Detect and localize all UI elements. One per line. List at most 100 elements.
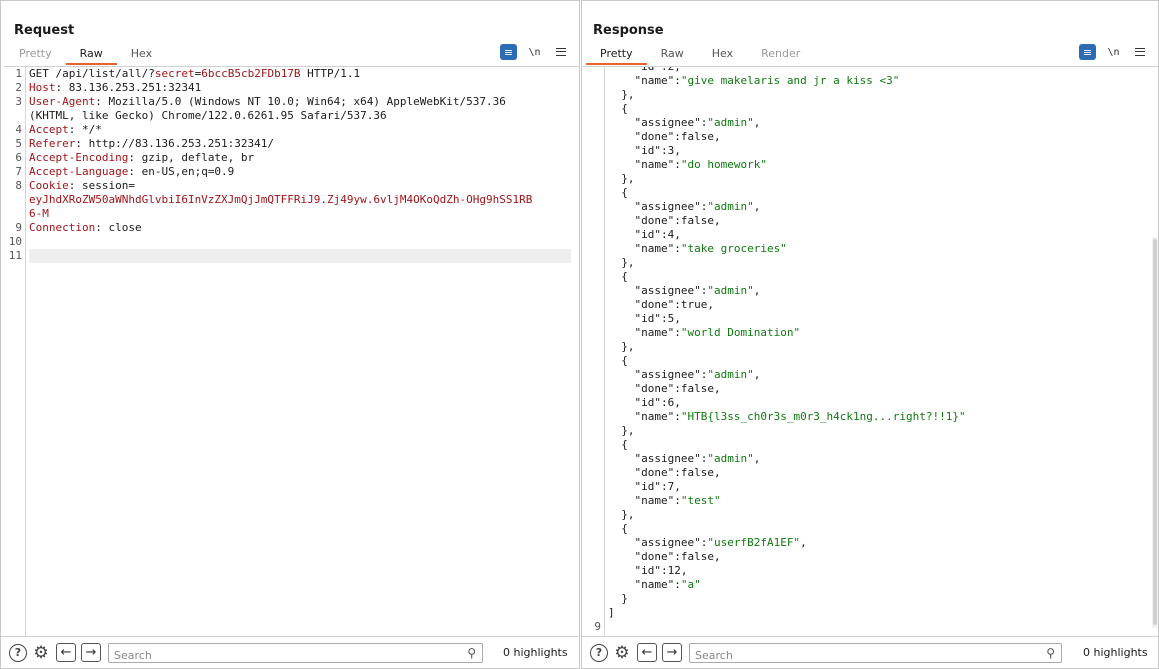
code-line: "name":"give makelaris and jr a kiss <3" [608, 74, 900, 87]
code-line: "id":6, [608, 396, 681, 409]
help-icon[interactable]: ? [9, 643, 27, 662]
code-line: }, [608, 88, 635, 101]
tab-pretty[interactable]: Pretty [5, 45, 66, 65]
response-pane: Response Pretty Raw Hex Render ≡ \n "id"… [581, 0, 1159, 669]
code-line: { [608, 522, 628, 535]
tab-pretty[interactable]: Pretty [586, 45, 647, 65]
code-line: }, [608, 424, 635, 437]
code-line: 2 Host: 83.136.253.251:32341 [15, 81, 202, 94]
code-line: "assignee":"admin", [608, 284, 761, 297]
response-title: Response [593, 23, 664, 38]
request-bottom-bar: ? ⚙ ← → ⚲ 0 highlights [1, 636, 579, 668]
code-line: "done":true, [608, 298, 714, 311]
previous-match-button[interactable]: ← [637, 643, 657, 662]
code-line: "done":false, [608, 382, 721, 395]
request-pane: Request Pretty Raw Hex ≡ \n 1 GET /api/li… [0, 0, 580, 669]
search-input[interactable] [690, 646, 1030, 664]
code-line: "id":2, [634, 66, 681, 73]
scrollbar-thumb[interactable] [1153, 239, 1157, 625]
help-icon[interactable]: ? [590, 643, 608, 662]
request-code[interactable]: 1 GET /api/list/all/?secret=6bccB5cb2FDb1… [8, 67, 579, 636]
next-match-button[interactable]: → [662, 643, 682, 662]
code-line: "assignee":"admin", [608, 452, 761, 465]
code-line: 7 Accept-Language: en-US,en;q=0.9 [15, 165, 235, 178]
burp-repeater-view: Request Pretty Raw Hex ≡ \n 1 GET /api/li… [0, 0, 1159, 669]
request-title: Request [14, 23, 75, 38]
highlights-count: 0 highlights [1083, 646, 1148, 659]
search-input[interactable] [109, 646, 449, 664]
gear-icon[interactable]: ⚙ [32, 643, 50, 663]
code-line: "name":"world Domination" [608, 326, 801, 339]
request-tabs: Pretty Raw Hex [5, 45, 166, 65]
line-gutter [583, 67, 605, 636]
code-line: 5 Referer: http://83.136.253.251:32341/ [15, 137, 275, 150]
code-line: "done":false, [608, 214, 721, 227]
code-line: { [608, 354, 628, 367]
code-line: "name":"HTB{l3ss_ch0r3s_m0r3_h4ck1ng...r… [608, 410, 966, 423]
code-line: (KHTML, like Gecko) Chrome/122.0.6261.95… [29, 109, 387, 122]
tab-raw[interactable]: Raw [65, 45, 117, 65]
code-line: 9 Connection: close [15, 221, 142, 234]
show-newlines-button[interactable]: \n [526, 44, 543, 60]
code-line: }, [608, 172, 635, 185]
menu-icon[interactable] [552, 44, 569, 60]
code-line: "done":false, [608, 550, 721, 563]
code-line: 8 Cookie: session= [15, 179, 135, 192]
code-line: { [608, 186, 628, 199]
search-icon: ⚲ [1046, 645, 1055, 660]
code-line: }, [608, 340, 635, 353]
code-line: "id":7, [608, 480, 681, 493]
code-line: { [608, 270, 628, 283]
code-line: ] [608, 606, 615, 619]
menu-icon[interactable] [1131, 44, 1148, 60]
code-line: 1 GET /api/list/all/?secret=6bccB5cb2FDb1… [15, 67, 361, 80]
response-code[interactable]: "id":2, "name":"give makelaris and jr a … [594, 66, 1158, 636]
code-line: "name":"take groceries" [608, 242, 787, 255]
code-line: "done":false, [608, 130, 721, 143]
code-line: } [608, 592, 628, 605]
code-line: }, [608, 256, 635, 269]
code-line: "done":false, [608, 466, 721, 479]
request-search: ⚲ [108, 642, 483, 664]
wrap-lines-icon[interactable]: ≡ [1079, 44, 1096, 60]
show-newlines-button[interactable]: \n [1105, 44, 1122, 60]
request-editor-tools: ≡ \n [500, 44, 569, 60]
response-tabs: Pretty Raw Hex Render [586, 45, 814, 65]
code-line: "assignee":"admin", [608, 200, 761, 213]
response-editor-tools: ≡ \n [1079, 44, 1148, 60]
code-line: "id":5, [608, 312, 681, 325]
code-line: "id":3, [608, 144, 681, 157]
tab-render[interactable]: Render [747, 45, 814, 65]
code-line: eyJhdXRoZW50aWNhdGlvbiI6InVzZXJmQjJmQTFF… [29, 193, 533, 206]
response-editor[interactable]: "id":2, "name":"give makelaris and jr a … [583, 66, 1158, 636]
code-line: "name":"test" [608, 494, 721, 507]
response-search: ⚲ [689, 642, 1062, 664]
code-line-current: 11 [9, 249, 571, 263]
code-line: 10 [8, 235, 22, 248]
code-line: "assignee":"admin", [608, 368, 761, 381]
tab-hex[interactable]: Hex [117, 45, 166, 65]
code-line: 3 User-Agent: Mozilla/5.0 (Windows NT 10.… [15, 95, 506, 108]
code-line: 9 [594, 620, 601, 633]
code-line: 6-M [29, 207, 49, 220]
code-line: "name":"a" [608, 578, 701, 591]
code-line: "id":4, [608, 228, 681, 241]
highlights-count: 0 highlights [503, 646, 568, 659]
code-line: { [608, 102, 628, 115]
code-line: }, [608, 508, 635, 521]
code-line: "id":12, [608, 564, 688, 577]
gear-icon[interactable]: ⚙ [613, 643, 631, 663]
search-icon: ⚲ [467, 645, 476, 660]
tab-hex[interactable]: Hex [698, 45, 747, 65]
code-line: "assignee":"userfB2fA1EF", [608, 536, 807, 549]
code-line: "assignee":"admin", [608, 116, 761, 129]
previous-match-button[interactable]: ← [56, 643, 76, 662]
request-editor[interactable]: 1 GET /api/list/all/?secret=6bccB5cb2FDb1… [4, 66, 579, 636]
tab-raw[interactable]: Raw [647, 45, 698, 65]
code-line: 6 Accept-Encoding: gzip, deflate, br [15, 151, 255, 164]
code-line: 4 Accept: */* [15, 123, 102, 136]
code-line: { [608, 438, 628, 451]
code-line: "name":"do homework" [608, 158, 767, 171]
wrap-lines-icon[interactable]: ≡ [500, 44, 517, 60]
next-match-button[interactable]: → [81, 643, 101, 662]
